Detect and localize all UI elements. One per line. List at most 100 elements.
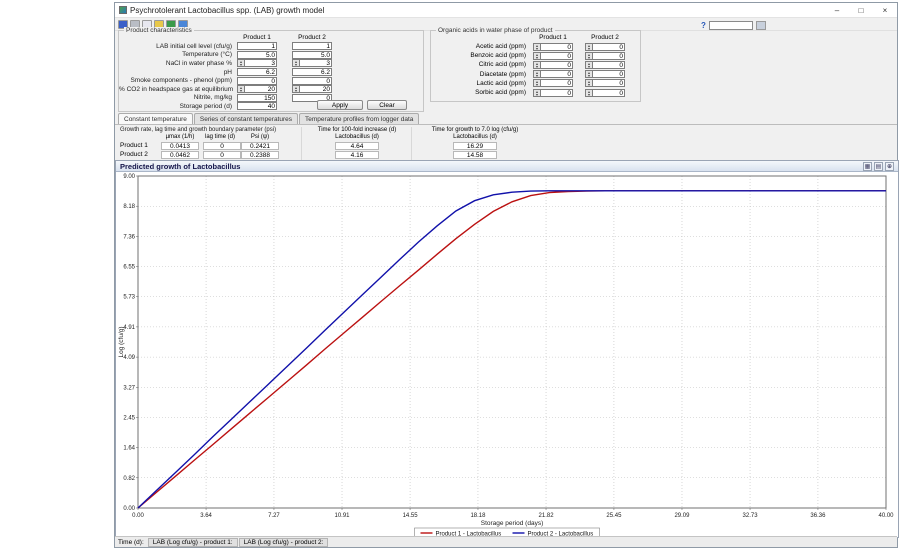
spinner-control[interactable]: ▴ ▾ [533, 70, 540, 79]
status-tab-product-1[interactable]: LAB (Log cfu/g) - product 1: [147, 537, 238, 547]
spinner-control[interactable]: ▴ ▾ [585, 42, 592, 51]
maximize-button[interactable]: □ [849, 3, 873, 18]
minimize-button[interactable]: – [825, 3, 849, 18]
product-2-input[interactable]: 0 [592, 51, 625, 60]
spin-down-icon[interactable]: ▾ [588, 64, 590, 68]
spinner-control[interactable]: ▴ ▾ [533, 88, 540, 97]
product-1-input[interactable]: 0 [540, 51, 573, 60]
spin-down-icon[interactable]: ▾ [240, 63, 242, 67]
product-2-lagtime-value: 0 [203, 150, 241, 159]
spin-down-icon[interactable]: ▾ [536, 83, 538, 87]
spinner-control[interactable]: ▴ ▾ [533, 42, 540, 51]
close-button[interactable]: × [873, 3, 897, 18]
help-icon[interactable]: ? [701, 21, 706, 30]
spin-down-icon[interactable]: ▾ [536, 74, 538, 78]
product-1-input[interactable]: 0 [540, 70, 573, 79]
row-label: pH [223, 68, 232, 76]
spin-down-icon[interactable]: ▾ [588, 46, 590, 50]
clear-button[interactable]: Clear [367, 100, 407, 110]
product-2-cell: ▴ ▾ 0 [585, 60, 625, 69]
product-2-input[interactable]: 0 [592, 70, 625, 79]
spinner-control[interactable]: ▴ ▾ [237, 59, 244, 68]
spin-down-icon[interactable]: ▾ [588, 92, 590, 96]
tab-series-of-constant-temperatures[interactable]: Series of constant temperatures [193, 113, 299, 124]
row-label: Nitrite, mg/kg [193, 94, 232, 102]
spin-down-icon[interactable]: ▾ [295, 63, 297, 67]
spin-down-icon[interactable]: ▾ [536, 55, 538, 59]
spinner-control[interactable]: ▴ ▾ [533, 51, 540, 60]
y-tick-label: 2.45 [123, 416, 135, 422]
spinner-control[interactable]: ▴ ▾ [237, 85, 244, 94]
product-2-input[interactable]: 0 [592, 42, 625, 51]
product-1-input[interactable]: 0 [540, 42, 573, 51]
spinner-control[interactable]: ▴ ▾ [585, 60, 592, 69]
product-1-input[interactable]: 3 [244, 59, 277, 68]
spin-down-icon[interactable]: ▾ [240, 89, 242, 93]
y-tick-label: 4.09 [123, 355, 135, 361]
status-tab-product-2[interactable]: LAB (Log cfu/g) - product 2: [238, 537, 329, 547]
product-1-input[interactable]: 0 [540, 88, 573, 97]
product-1-input[interactable]: 0 [540, 60, 573, 69]
product-2-cell: ▴ ▾ 3 [292, 59, 332, 68]
y-tick-label: 4.91 [123, 325, 135, 331]
product-2-input[interactable]: 0 [592, 79, 625, 88]
product-2-time-to-7log-value: 14.58 [453, 150, 497, 159]
data-table-icon[interactable]: ▦ [863, 161, 872, 171]
spinner-control[interactable]: ▴ ▾ [292, 59, 299, 68]
product-1-cell: ▴ ▾ 0 [533, 79, 573, 88]
product-1-input[interactable]: 20 [244, 85, 277, 94]
spin-down-icon[interactable]: ▾ [588, 74, 590, 78]
product-characteristics-row: NaCl in water phase % ▴ ▾ 3 ▴ ▾ 3 [119, 59, 423, 68]
product-2-input[interactable]: 6.2 [292, 68, 332, 77]
product-2-input[interactable]: 20 [299, 85, 332, 94]
product-1-input[interactable]: 0 [237, 76, 277, 85]
tab-temperature-profiles-from-logger-data[interactable]: Temperature profiles from logger data [299, 113, 420, 124]
product-1-input[interactable]: 1 [237, 42, 277, 51]
apply-button[interactable]: Apply [317, 100, 363, 110]
tab-constant-temperature[interactable]: Constant temperature [118, 113, 193, 124]
product-2-input[interactable]: 5.0 [292, 50, 332, 59]
product-2-cell: ▴ ▾ 0 [585, 88, 625, 97]
product-2-input[interactable]: 3 [299, 59, 332, 68]
spinner-control[interactable]: ▴ ▾ [585, 70, 592, 79]
spin-down-icon[interactable]: ▾ [295, 89, 297, 93]
umax-column-header: µmax (1/h) [165, 134, 195, 140]
x-tick-label: 7.27 [268, 513, 280, 519]
zoom-icon[interactable]: ⊕ [885, 161, 894, 171]
product-2-input[interactable]: 0 [292, 76, 332, 85]
product-1-input[interactable]: 5.0 [237, 50, 277, 59]
results-panel: Growth rate, lag time and growth boundar… [115, 127, 897, 160]
product-2-input[interactable]: 1 [292, 42, 332, 51]
spinner-control[interactable]: ▴ ▾ [585, 88, 592, 97]
spin-down-icon[interactable]: ▾ [588, 55, 590, 59]
settings-icon[interactable] [755, 20, 766, 30]
spin-down-icon[interactable]: ▾ [536, 92, 538, 96]
x-tick-label: 18.18 [470, 513, 486, 519]
y-tick-label: 0.82 [123, 476, 135, 482]
copy-chart-icon[interactable]: ▤ [874, 161, 883, 171]
spinner-control[interactable]: ▴ ▾ [585, 79, 592, 88]
product-2-cell: 6.2 [292, 68, 332, 77]
spinner-control[interactable]: ▴ ▾ [533, 60, 540, 69]
spin-down-icon[interactable]: ▾ [536, 46, 538, 50]
x-tick-label: 32.73 [743, 513, 759, 519]
y-tick-label: 0.00 [123, 506, 135, 512]
spinner-control[interactable]: ▴ ▾ [585, 51, 592, 60]
spin-down-icon[interactable]: ▾ [588, 83, 590, 87]
product-2-input[interactable]: 0 [592, 60, 625, 69]
product-2-input[interactable]: 0 [592, 88, 625, 97]
product-1-time-to-7log-value: 16.29 [453, 141, 497, 150]
spin-down-icon[interactable]: ▾ [536, 64, 538, 68]
product-1-input[interactable]: 6.2 [237, 68, 277, 77]
product-1-input[interactable]: 0 [540, 79, 573, 88]
window-controls: – □ × [825, 3, 897, 18]
lagtime-column-header: lag time (d) [204, 134, 235, 140]
toolbar-input[interactable] [708, 20, 753, 30]
product-1-input[interactable]: 40 [237, 102, 277, 111]
spinner-control[interactable]: ▴ ▾ [533, 79, 540, 88]
product-1-input[interactable]: 150 [237, 93, 277, 102]
y-tick-label: 5.73 [123, 295, 135, 301]
spinner-control[interactable]: ▴ ▾ [292, 85, 299, 94]
product-1-cell: 1 [237, 42, 277, 51]
product-1-cell: ▴ ▾ 0 [533, 42, 573, 51]
